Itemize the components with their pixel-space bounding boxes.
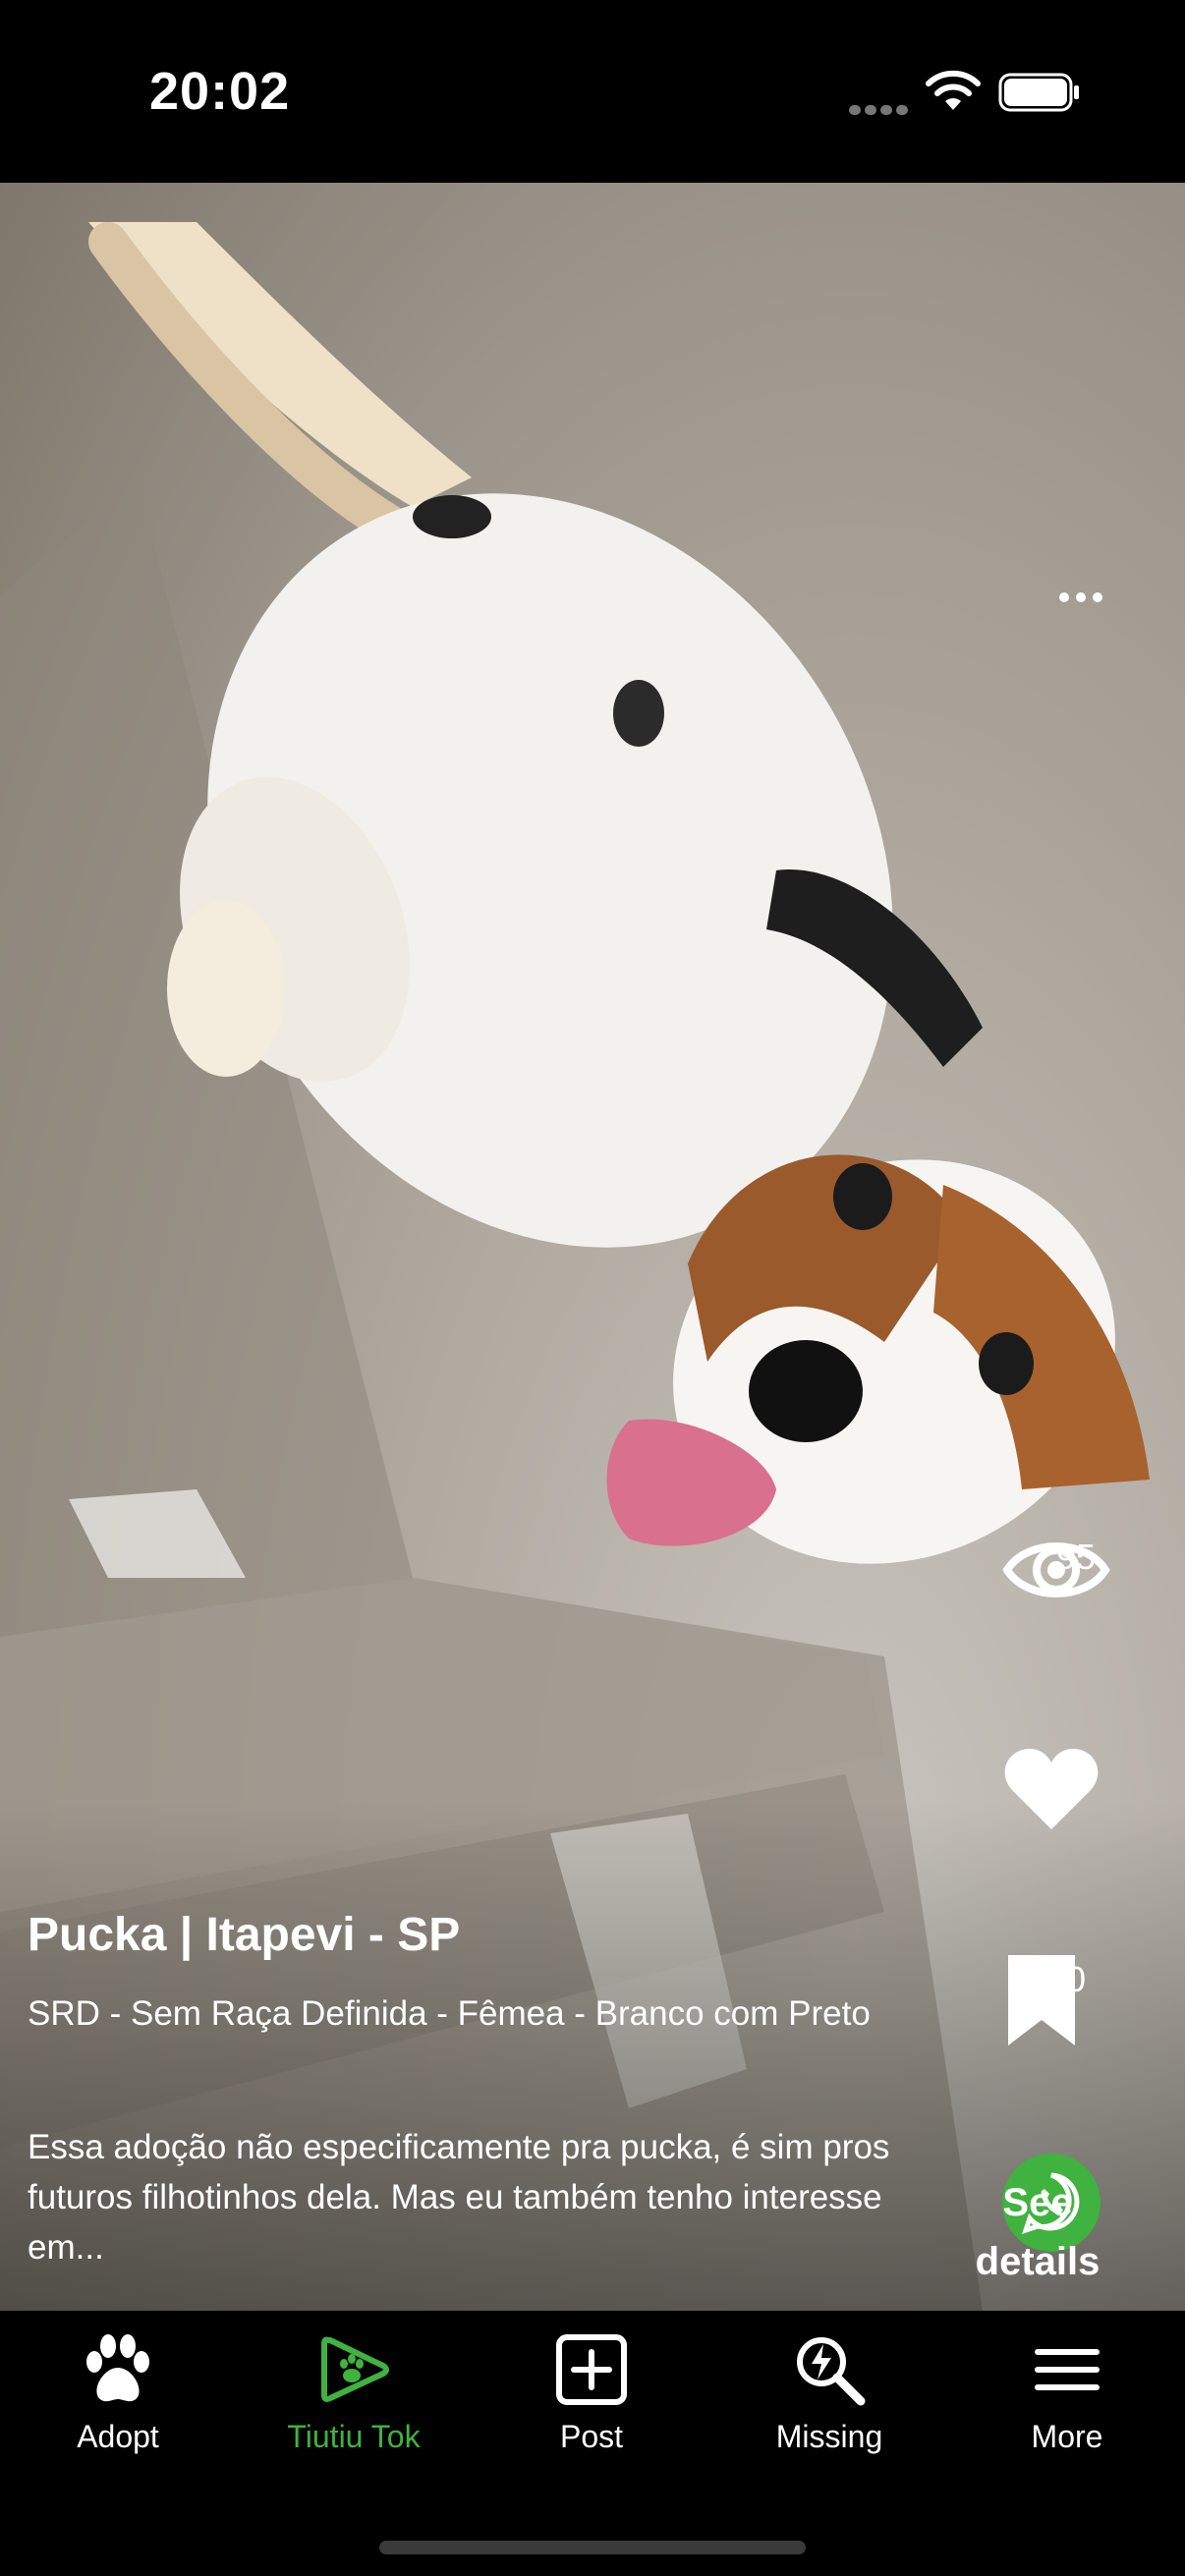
tab-more-label: More bbox=[1031, 2419, 1103, 2454]
tab-adopt[interactable]: Adopt bbox=[10, 2332, 226, 2455]
like-button[interactable]: 0 bbox=[1002, 1745, 1150, 1829]
tab-tiutiu-tok-label: Tiutiu Tok bbox=[287, 2419, 421, 2454]
views-counter: 95 bbox=[1002, 1529, 1150, 1597]
tab-post[interactable]: Post bbox=[483, 2332, 700, 2455]
tab-adopt-label: Adopt bbox=[77, 2419, 159, 2454]
tab-missing-label: Missing bbox=[775, 2419, 883, 2454]
paw-icon bbox=[86, 2334, 149, 2402]
status-time: 20:02 bbox=[149, 62, 291, 121]
bookmark-icon bbox=[1008, 1955, 1075, 2045]
plus-square-icon bbox=[556, 2334, 627, 2405]
tab-more[interactable]: More bbox=[959, 2332, 1175, 2455]
pet-breed-info: SRD - Sem Raça Definida - Fêmea - Branco… bbox=[28, 1994, 871, 2033]
tab-tiutiu-tok[interactable]: Tiutiu Tok bbox=[246, 2332, 462, 2455]
home-indicator[interactable] bbox=[379, 2541, 806, 2554]
pet-title: Pucka | Itapevi - SP bbox=[28, 1909, 461, 1961]
status-bar: 20:02 bbox=[0, 0, 1185, 183]
bottom-tab-bar: Adopt Tiutiu Tok Post Missing More bbox=[0, 2311, 1185, 2576]
cellular-signal-icon bbox=[849, 102, 912, 120]
tab-post-label: Post bbox=[559, 2419, 624, 2454]
more-options-icon[interactable] bbox=[1059, 580, 1118, 615]
pet-video-frame[interactable]: 95 0 0 0 See details Pucka | Itapevi - S… bbox=[0, 183, 1185, 2311]
save-button[interactable]: 0 bbox=[1002, 1951, 1150, 2045]
play-paw-icon bbox=[321, 2336, 389, 2402]
heart-icon bbox=[1004, 1749, 1099, 1829]
see-details-button[interactable]: See details bbox=[959, 2173, 1116, 2291]
eye-icon bbox=[1002, 1542, 1110, 1597]
search-bolt-icon bbox=[797, 2337, 866, 2406]
wifi-icon bbox=[926, 70, 981, 110]
battery-icon bbox=[998, 73, 1079, 112]
tab-missing[interactable]: Missing bbox=[721, 2332, 937, 2455]
menu-icon bbox=[1035, 2349, 1100, 2390]
pet-description: Essa adoção não especificamente pra puck… bbox=[28, 2128, 890, 2267]
